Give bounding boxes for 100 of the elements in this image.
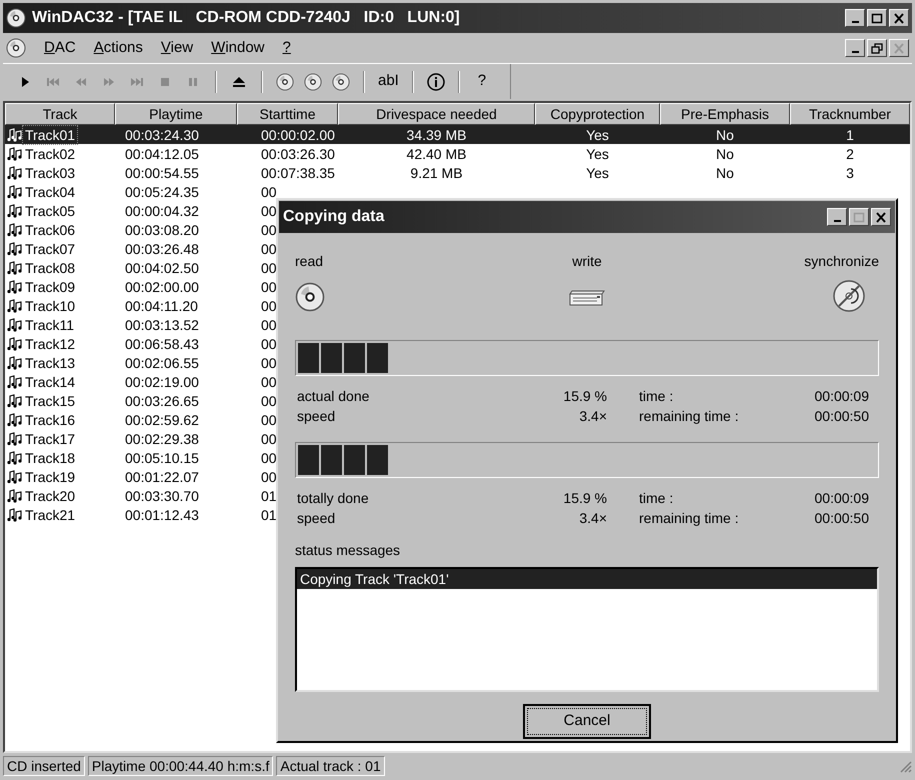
table-cell-text: 1 <box>845 126 855 144</box>
table-cell-text: 00 <box>260 316 278 334</box>
table-cell-text: 00 <box>260 220 278 238</box>
table-cell-text: 00:04:02.50 <box>124 258 200 276</box>
stat-label: remaining time : <box>639 407 740 426</box>
table-cell-text: 00:03:26.30 <box>260 144 336 162</box>
table-cell-text: Track02 <box>24 144 76 162</box>
table-cell-text: 01 <box>260 506 278 524</box>
table-cell-text: 00 <box>260 258 278 276</box>
stat-label: time : <box>639 489 674 508</box>
table-cell-text: 00:01:22.07 <box>124 468 200 486</box>
table-cell-text: 00 <box>260 182 278 200</box>
table-cell-text: Track04 <box>24 182 76 200</box>
table-cell-text: Track07 <box>24 240 76 258</box>
table-cell-text: 00:07:38.35 <box>260 164 336 182</box>
stat-value: 00:00:09 <box>814 387 869 406</box>
table-cell-text: 00 <box>260 430 278 448</box>
table-cell-text: 00 <box>260 410 278 428</box>
table-cell-text: 00 <box>260 334 278 352</box>
stat-value: 15.9 % <box>562 387 607 406</box>
table-cell-text: 00:00:02.00 <box>260 126 336 144</box>
status-messages-label: status messages <box>295 541 402 560</box>
table-cell-text: 9.21 MB <box>409 164 464 182</box>
table-cell-text: No <box>715 126 735 144</box>
table-cell-text: No <box>715 164 735 182</box>
stat-value: 15.9 % <box>562 489 607 508</box>
window-title: WinDAC32 - [TAE IL CD-ROM CDD-7240J ID:0 LUN:0] <box>32 8 460 28</box>
status-panel: CD inserted <box>3 756 85 776</box>
status-panel: Actual track : 01 <box>276 756 385 776</box>
table-cell-text: 00:03:13.52 <box>124 316 200 334</box>
table-cell-text: 00:02:06.55 <box>124 354 200 372</box>
table-cell-text: Track05 <box>24 202 76 220</box>
table-cell-text: 00:01:12.43 <box>124 506 200 524</box>
table-cell-text: 00 <box>260 468 278 486</box>
table-cell-text: 00:02:00.00 <box>124 278 200 296</box>
table-cell-text: 00 <box>260 278 278 296</box>
table-cell-text: Track13 <box>24 354 76 372</box>
table-cell-text: Yes <box>585 126 610 144</box>
table-cell-text: 01 <box>260 486 278 504</box>
table-cell-text: 00:03:26.48 <box>124 240 200 258</box>
table-cell-text: Track21 <box>24 506 76 524</box>
table-cell-text: Track19 <box>24 468 76 486</box>
stat-label: time : <box>639 387 674 406</box>
table-cell-text: 00 <box>260 240 278 258</box>
stat-label: totally done <box>296 489 370 508</box>
table-cell-text: Track20 <box>24 486 76 504</box>
table-cell-text: 00:02:29.38 <box>124 430 200 448</box>
stat-label: speed <box>296 407 336 426</box>
table-cell-text: 42.40 MB <box>406 144 468 162</box>
table-cell-text: Track09 <box>24 278 76 296</box>
table-cell-text: 00 <box>260 448 278 466</box>
table-cell-text: 00:05:24.35 <box>124 182 200 200</box>
table-cell-text: Track08 <box>24 258 76 276</box>
table-cell-text: 00:04:12.05 <box>124 144 200 162</box>
table-cell-text: 00:02:19.00 <box>124 372 200 390</box>
table-cell-text: Track18 <box>24 448 76 466</box>
table-cell-text: 00 <box>260 392 278 410</box>
device-label: read <box>295 252 324 271</box>
table-cell-text: No <box>715 144 735 162</box>
table-cell-text: 00:03:08.20 <box>124 220 200 238</box>
table-cell-text: Track14 <box>24 372 76 390</box>
table-cell-text: 3 <box>845 164 855 182</box>
table-cell-text: 00 <box>260 202 278 220</box>
table-cell-text: Track12 <box>24 334 76 352</box>
table-cell-text: 00:04:11.20 <box>124 296 199 314</box>
table-cell-text: 34.39 MB <box>406 126 468 144</box>
table-cell-text: 00:03:26.65 <box>124 392 200 410</box>
table-cell-text: Track17 <box>24 430 76 448</box>
stat-value: 3.4× <box>578 509 607 528</box>
dialog-title: Copying data <box>283 207 384 227</box>
device-label: synchronize <box>804 252 879 271</box>
stat-value: 3.4× <box>578 407 607 426</box>
status-panel: Playtime 00:00:44.40 h:m:s.f <box>88 756 274 776</box>
table-cell-text: Yes <box>585 164 610 182</box>
table-cell-text: 00:00:54.55 <box>124 164 200 182</box>
device-label: write <box>572 252 602 271</box>
table-cell: Track01 <box>23 126 78 144</box>
table-cell-text: Yes <box>585 144 610 162</box>
table-cell-text: Track03 <box>24 164 76 182</box>
stat-value: 00:00:09 <box>814 489 869 508</box>
table-cell-text: 00 <box>260 296 278 314</box>
table-cell-text: 00:02:59.62 <box>124 410 200 428</box>
stat-label: remaining time : <box>639 509 740 528</box>
stat-value: 00:00:50 <box>814 509 869 528</box>
stat-label: speed <box>296 509 336 528</box>
table-cell-text: Track16 <box>24 410 76 428</box>
stat-value: 00:00:50 <box>814 407 869 426</box>
table-cell-text: 00:03:30.70 <box>124 486 200 504</box>
table-cell-text: 00:06:58.43 <box>124 334 200 352</box>
table-cell-text: Track06 <box>24 220 76 238</box>
table-cell-text: 00:00:04.32 <box>124 202 200 220</box>
stat-label: actual done <box>296 387 370 406</box>
table-cell-text: 00 <box>260 372 278 390</box>
table-cell-text: 2 <box>845 144 855 162</box>
table-cell-text: 00:03:24.30 <box>124 126 200 144</box>
table-cell-text: Track15 <box>24 392 76 410</box>
table-cell-text: 00:05:10.15 <box>124 448 200 466</box>
table-cell-text: Track11 <box>24 316 76 334</box>
table-cell-text: Track10 <box>24 296 76 314</box>
table-cell-text: 00 <box>260 354 278 372</box>
